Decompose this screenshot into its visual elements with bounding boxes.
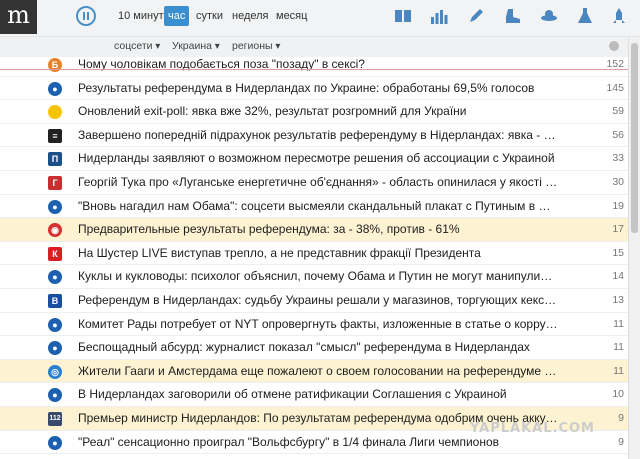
news-row[interactable]: ● Комитет Рады потребует от NYT опровергн… [0, 313, 628, 337]
scrollbar-thumb[interactable] [631, 43, 638, 233]
watermark: YAPLAKAL.COM [470, 421, 595, 436]
site-logo[interactable]: m [0, 0, 37, 34]
news-count: 10 [612, 388, 624, 401]
rocket-icon[interactable] [608, 5, 630, 27]
ufo-icon[interactable] [538, 5, 560, 27]
news-title[interactable]: Предварительные результаты референдума: … [78, 222, 558, 236]
news-title[interactable]: Нидерланды заявляют о возможном пересмот… [78, 151, 558, 165]
period-day[interactable]: сутки [192, 6, 227, 26]
source-icon: В [48, 293, 62, 308]
news-row[interactable]: ● "Вновь нагадил нам Обама": соцсети высм… [0, 195, 628, 219]
top-bar: m 10 минут час сутки неделя месяц [0, 0, 640, 37]
source-icon: ● [48, 388, 62, 403]
news-title[interactable]: Оновлений exit-poll: явка вже 32%, резул… [78, 104, 558, 118]
scrollbar[interactable] [628, 37, 640, 459]
period-week[interactable]: неделя [228, 6, 273, 26]
source-icon: ◎ [48, 364, 62, 379]
source-icon: 112 [48, 411, 62, 426]
divider-line [0, 69, 628, 70]
news-count: 56 [612, 128, 624, 141]
news-count: 14 [612, 270, 624, 283]
newspaper-icon[interactable] [392, 5, 414, 27]
news-row[interactable]: ◉ Предварительные результаты референдума:… [0, 218, 628, 242]
news-count: 13 [612, 293, 624, 306]
news-title[interactable]: Георгій Тука про «Луганське енергетичне … [78, 175, 558, 189]
period-hour[interactable]: час [164, 6, 190, 26]
source-icon: К [48, 246, 62, 261]
news-row[interactable]: ● Результаты референдума в Нидерландах по… [0, 77, 628, 101]
news-row[interactable]: ● Куклы и кукловоды: психолог объяснил, п… [0, 265, 628, 289]
bar-chart-icon[interactable] [428, 5, 450, 27]
flask-icon[interactable] [574, 5, 596, 27]
boot-icon[interactable] [502, 5, 524, 27]
news-title[interactable]: Куклы и кукловоды: психолог объяснил, по… [78, 269, 558, 283]
news-title[interactable]: Жители Гааги и Амстердама еще пожалеют о… [78, 364, 558, 378]
news-count: 33 [612, 152, 624, 165]
filter-social[interactable]: соцсети [114, 40, 160, 52]
news-row[interactable]: ◎ Жители Гааги и Амстердама еще пожалеют … [0, 359, 628, 384]
news-row[interactable]: ● В Нидерландах заговорили об отмене рати… [0, 383, 628, 407]
news-count: 9 [618, 411, 624, 424]
news-count: 15 [612, 246, 624, 259]
period-10-minutes[interactable]: 10 минут [114, 6, 168, 26]
news-title[interactable]: Референдум в Нидерландах: судьбу Украины… [78, 293, 558, 307]
news-row[interactable]: Г Георгій Тука про «Луганське енергетичне… [0, 171, 628, 195]
news-title[interactable]: "Реал" сенсационно проиграл "Вольфсбургу… [78, 435, 558, 449]
news-row[interactable]: К На Шустер LIVE виступав трепло, а не пр… [0, 242, 628, 266]
news-count: 145 [606, 81, 624, 94]
news-count: 19 [612, 199, 624, 212]
source-icon: ◉ [48, 223, 62, 238]
news-row[interactable]: Б Чому чоловікам подобається поза "позаду… [0, 53, 628, 77]
news-title[interactable]: Результаты референдума в Нидерландах по … [78, 81, 558, 95]
source-icon: ≡ [48, 128, 62, 143]
pause-icon[interactable] [76, 6, 96, 26]
news-list: Б Чому чоловікам подобається поза "позаду… [0, 53, 628, 455]
news-count: 17 [612, 223, 624, 236]
news-row[interactable]: ≡ Завершено попередній підрахунок результ… [0, 124, 628, 148]
news-title[interactable]: На Шустер LIVE виступав трепло, а не пре… [78, 246, 558, 260]
news-title[interactable]: Завершено попередній підрахунок результа… [78, 128, 558, 142]
news-row[interactable]: В Референдум в Нидерландах: судьбу Украин… [0, 289, 628, 313]
news-count: 11 [613, 317, 624, 330]
news-count: 11 [613, 341, 624, 354]
source-icon: ● [48, 199, 62, 214]
filter-ukraine[interactable]: Украина [172, 40, 220, 52]
source-icon [48, 105, 62, 120]
news-count: 59 [612, 105, 624, 118]
source-icon: ● [48, 435, 62, 450]
news-row[interactable]: ● Беспощадный абсурд: журналист показал "… [0, 336, 628, 360]
source-icon: Г [48, 175, 62, 190]
news-count: 11 [613, 364, 624, 377]
source-icon: ● [48, 81, 62, 96]
news-count: 9 [618, 435, 624, 448]
count-column-icon [609, 41, 619, 51]
pen-icon[interactable] [465, 5, 487, 27]
news-title[interactable]: В Нидерландах заговорили об отмене ратиф… [78, 387, 558, 401]
news-title[interactable]: Комитет Рады потребует от NYT опровергну… [78, 317, 558, 331]
period-month[interactable]: месяц [272, 6, 311, 26]
news-count: 30 [612, 175, 624, 188]
source-icon: ● [48, 317, 62, 332]
source-icon: ● [48, 341, 62, 356]
source-icon: П [48, 152, 62, 167]
news-row[interactable]: Оновлений exit-poll: явка вже 32%, резул… [0, 100, 628, 124]
news-title[interactable]: Беспощадный абсурд: журналист показал "с… [78, 340, 558, 354]
filter-regions[interactable]: регионы [232, 40, 280, 52]
source-icon: ● [48, 270, 62, 285]
news-title[interactable]: "Вновь нагадил нам Обама": соцсети высме… [78, 199, 558, 213]
news-row[interactable]: П Нидерланды заявляют о возможном пересмо… [0, 147, 628, 171]
